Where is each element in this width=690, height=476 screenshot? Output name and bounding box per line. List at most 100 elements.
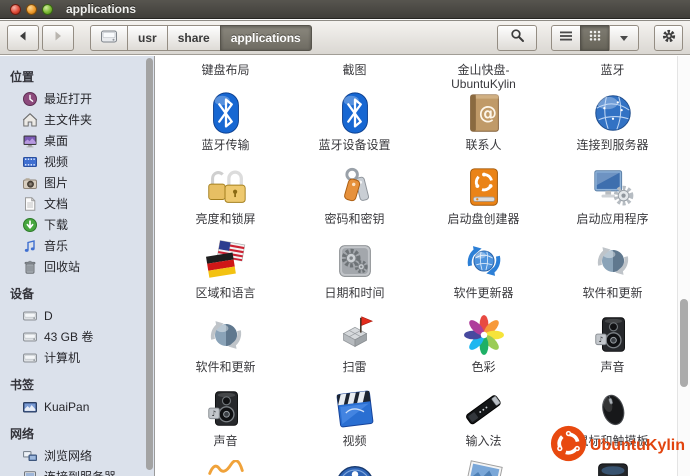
app-item[interactable]: 软件和更新	[548, 237, 677, 311]
content-scrollbar-track[interactable]	[677, 56, 690, 476]
app-item[interactable]: 亮度和锁屏	[161, 163, 290, 237]
breadcrumb: usr share applications	[90, 25, 312, 51]
sidebar-item-network[interactable]: 浏览网络	[0, 445, 154, 466]
desktop-icon	[22, 133, 38, 149]
photo-icon	[461, 459, 507, 476]
chevron-down-icon	[619, 29, 629, 47]
app-item[interactable]: 日期和时间	[290, 237, 419, 311]
sidebar-item-recent[interactable]: 最近打开	[0, 88, 154, 109]
app-item[interactable]: ♪声音	[161, 385, 290, 459]
sidebar-item-video[interactable]: 视频	[0, 151, 154, 172]
sidebar-item-label: 文档	[44, 195, 68, 212]
file-grid-area: 键盘布局 截图 金山快盘-UbuntuKylin 蓝牙蓝牙传输蓝牙设备设置@联系人连接…	[156, 56, 690, 476]
app-item[interactable]: 软件更新器	[419, 237, 548, 311]
breadcrumb-drive-button[interactable]	[90, 25, 128, 51]
sidebar-item-label: D	[44, 309, 53, 323]
app-item[interactable]: 连接到服务器	[548, 89, 677, 163]
app-item[interactable]: 启动盘创建器	[419, 163, 548, 237]
app-item[interactable]: 密码和密钥	[290, 163, 419, 237]
sidebar-item-computer[interactable]: 计算机	[0, 347, 154, 368]
app-item[interactable]: 扫雷	[290, 311, 419, 385]
sidebar-item-kuaipan[interactable]: KuaiPan	[0, 396, 154, 417]
grid-row: 亮度和锁屏密码和密钥启动盘创建器启动应用程序	[161, 163, 678, 237]
network-icon	[22, 448, 38, 464]
sidebar-item-documents[interactable]: 文档	[0, 193, 154, 214]
close-button[interactable]	[10, 4, 21, 15]
drive-icon	[22, 308, 38, 324]
app-item-label: 区域和语言	[195, 286, 255, 300]
drive-icon	[22, 329, 38, 345]
back-button[interactable]	[7, 25, 39, 51]
app-item[interactable]: 输入法	[419, 385, 548, 459]
app-item[interactable]	[290, 459, 419, 476]
svg-text:♪: ♪	[211, 409, 216, 418]
recent-icon	[22, 91, 38, 107]
sidebar-item-label: KuaiPan	[44, 400, 89, 414]
sidebar-section-header: 位置	[10, 68, 146, 85]
breadcrumb-share[interactable]: share	[167, 25, 221, 51]
app-item[interactable]: 软件和更新	[161, 311, 290, 385]
app-item-label: 软件更新器	[453, 286, 513, 300]
sidebar-item-label: 43 GB 卷	[44, 328, 93, 345]
search-icon	[510, 28, 525, 48]
startup-apps-icon	[590, 163, 636, 211]
minimize-button[interactable]	[26, 4, 37, 15]
app-item[interactable]: 区域和语言	[161, 237, 290, 311]
svg-text:♪: ♪	[598, 335, 603, 344]
breadcrumb-label: share	[178, 31, 210, 45]
app-item-label: 启动应用程序	[576, 212, 648, 226]
app-item-label: 蓝牙	[600, 63, 624, 77]
app-item[interactable]: ♪ 声音	[548, 311, 677, 385]
breadcrumb-applications[interactable]: applications	[220, 25, 312, 51]
app-item[interactable]: 键盘布局	[161, 62, 290, 89]
app-item[interactable]: 金山快盘-UbuntuKylin	[419, 62, 548, 89]
sidebar-item-pictures[interactable]: 图片	[0, 172, 154, 193]
sidebar-item-drive[interactable]: 43 GB 卷	[0, 326, 154, 347]
app-item[interactable]: 色彩	[419, 311, 548, 385]
sound-icon: ♪	[203, 385, 249, 433]
app-item[interactable]: 截图	[290, 62, 419, 89]
app-item[interactable]: 蓝牙传输	[161, 89, 290, 163]
flags-icon	[203, 237, 249, 285]
sidebar-item-music[interactable]: 音乐	[0, 235, 154, 256]
sidebar-scrollbar[interactable]	[146, 58, 153, 470]
sidebar-item-trash[interactable]: 回收站	[0, 256, 154, 277]
sidebar-item-server[interactable]: 连接到服务器	[0, 466, 154, 476]
titlebar: applications	[0, 0, 690, 19]
search-button[interactable]	[497, 25, 537, 51]
list-view-icon	[559, 29, 573, 47]
app-item[interactable]: 蓝牙设备设置	[290, 89, 419, 163]
grid-partial-top-row: 键盘布局 截图 金山快盘-UbuntuKylin 蓝牙	[161, 56, 678, 89]
maximize-button[interactable]	[42, 4, 53, 15]
sidebar-item-drive[interactable]: D	[0, 305, 154, 326]
app-item-label: 视频	[342, 434, 366, 448]
content-scrollbar-thumb[interactable]	[680, 299, 688, 387]
keys-icon	[332, 163, 378, 211]
svg-text:@: @	[478, 103, 496, 124]
app-item-label: 软件和更新	[195, 360, 255, 374]
grid-view-button[interactable]	[580, 25, 610, 51]
app-item-label: 色彩	[471, 360, 495, 374]
grid-view-icon	[588, 29, 602, 47]
sidebar-item-label: 最近打开	[44, 90, 92, 107]
app-item[interactable]: 蓝牙	[548, 62, 677, 89]
app-item-label: 截图	[342, 63, 366, 77]
app-item-label: 声音	[600, 360, 624, 374]
app-item[interactable]: 视频	[290, 385, 419, 459]
breadcrumb-usr[interactable]: usr	[127, 25, 168, 51]
sidebar-item-desktop[interactable]: 桌面	[0, 130, 154, 151]
settings-button[interactable]	[654, 25, 683, 51]
music-icon	[22, 238, 38, 254]
view-dropdown-button[interactable]	[609, 25, 639, 51]
app-item[interactable]: 启动应用程序	[548, 163, 677, 237]
sidebar-item-label: 计算机	[44, 349, 80, 366]
video-icon	[22, 154, 38, 170]
sidebar-item-downloads[interactable]: 下载	[0, 214, 154, 235]
app-item[interactable]	[419, 459, 548, 476]
app-item[interactable]	[161, 459, 290, 476]
app-item[interactable]: @联系人	[419, 89, 548, 163]
app-item-label: 连接到服务器	[576, 138, 648, 152]
forward-button[interactable]	[42, 25, 74, 51]
list-view-button[interactable]	[551, 25, 581, 51]
sidebar-item-home[interactable]: 主文件夹	[0, 109, 154, 130]
